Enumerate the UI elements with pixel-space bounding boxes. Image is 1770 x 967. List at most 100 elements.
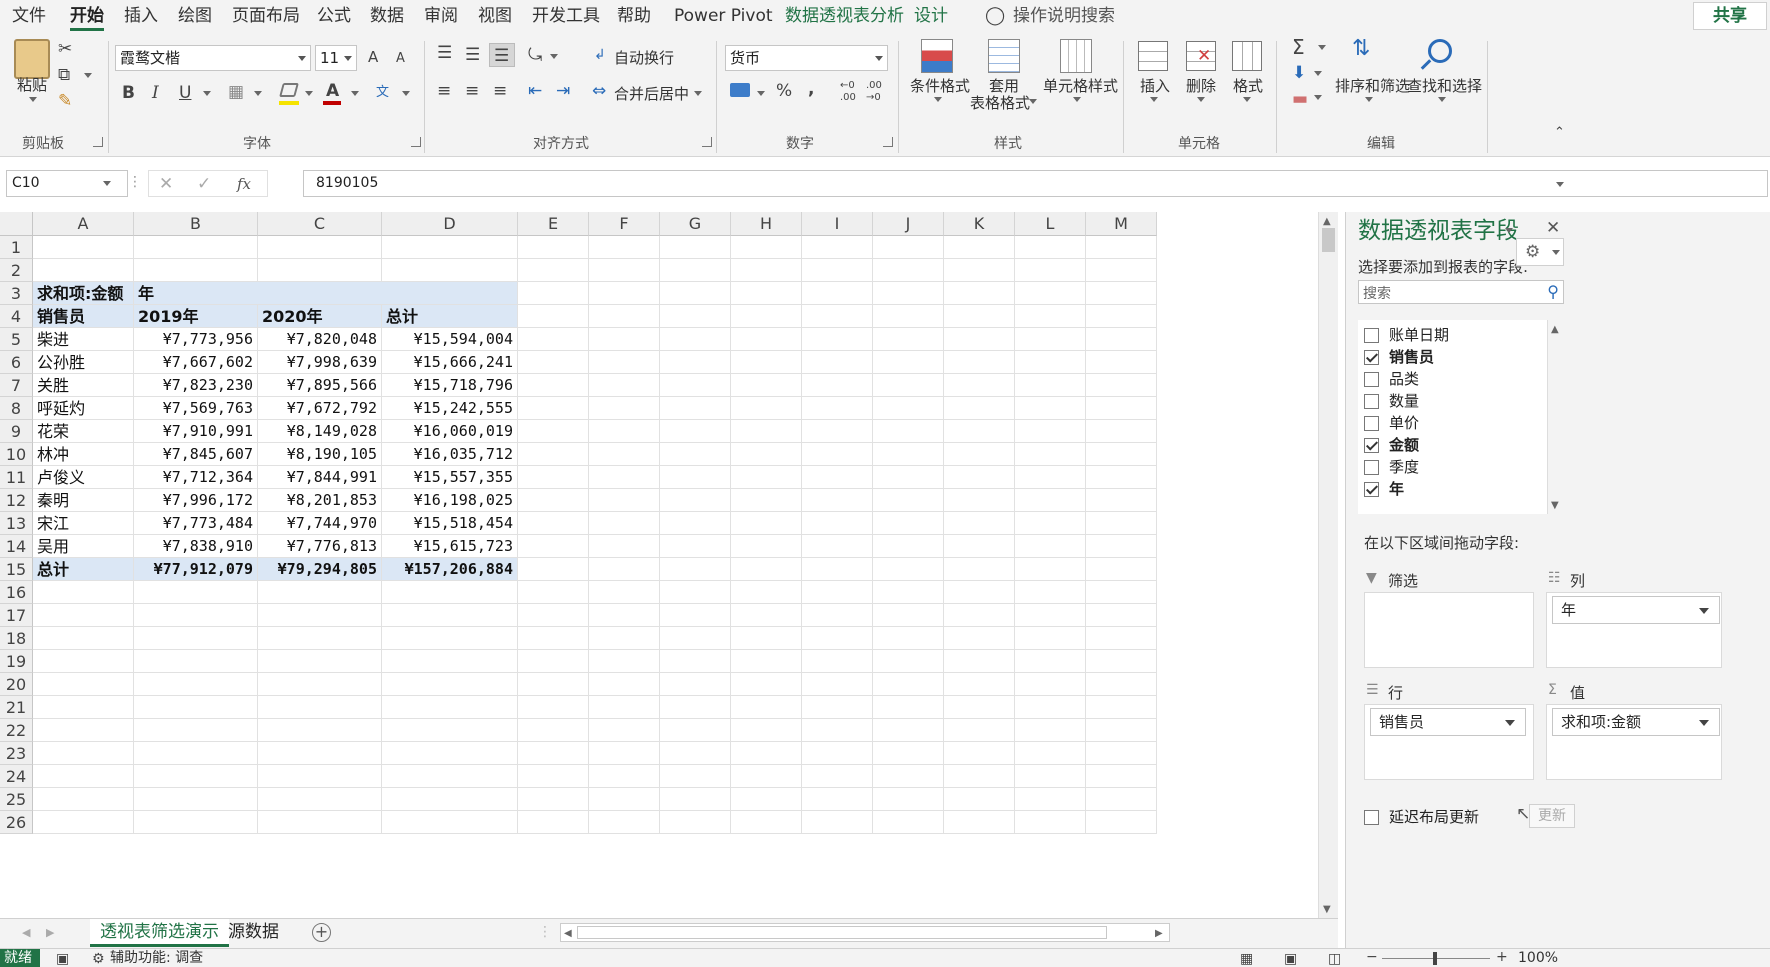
cell[interactable]: [1086, 535, 1157, 558]
pivot-value-cell[interactable]: ¥7,667,602: [134, 351, 258, 374]
cell[interactable]: [1015, 351, 1086, 374]
tab-review[interactable]: 审阅: [424, 0, 458, 33]
cell[interactable]: [33, 581, 134, 604]
field-item[interactable]: 品类: [1364, 368, 1419, 390]
cell[interactable]: [33, 719, 134, 742]
values-field-chip-dropdown-icon[interactable]: [1699, 720, 1709, 726]
cell[interactable]: [944, 581, 1015, 604]
font-name-select[interactable]: 霞鹜文楷: [115, 45, 311, 71]
autosum-icon[interactable]: Σ: [1292, 37, 1305, 57]
cell[interactable]: [660, 788, 731, 811]
cell[interactable]: [1086, 259, 1157, 282]
cell[interactable]: [1086, 489, 1157, 512]
next-sheet-icon[interactable]: ▶: [46, 923, 54, 943]
cell[interactable]: [944, 236, 1015, 259]
field-item[interactable]: 金额: [1364, 434, 1419, 456]
pivot-value-cell[interactable]: ¥7,844,991: [258, 466, 382, 489]
cell[interactable]: [589, 696, 660, 719]
cell[interactable]: [518, 581, 589, 604]
cell[interactable]: [1015, 765, 1086, 788]
cell[interactable]: [802, 604, 873, 627]
row-header-24[interactable]: 24: [0, 765, 33, 788]
tab-data[interactable]: 数据: [370, 0, 404, 33]
accessibility-icon[interactable]: ⚙: [92, 949, 105, 967]
cut-icon[interactable]: ✂: [58, 39, 72, 59]
cell[interactable]: [518, 397, 589, 420]
cell[interactable]: [802, 765, 873, 788]
cell[interactable]: [382, 627, 518, 650]
merge-dropdown-icon[interactable]: [694, 91, 702, 96]
pivot-value-cell[interactable]: ¥8,201,853: [258, 489, 382, 512]
align-center-icon[interactable]: ≡: [465, 81, 479, 101]
cell[interactable]: [660, 328, 731, 351]
row-header-20[interactable]: 20: [0, 673, 33, 696]
field-item[interactable]: 账单日期: [1364, 324, 1449, 346]
cell[interactable]: [944, 650, 1015, 673]
pivot-total-cell[interactable]: ¥16,035,712: [382, 443, 518, 466]
cell[interactable]: [731, 466, 802, 489]
column-header-m[interactable]: M: [1086, 212, 1157, 236]
cell[interactable]: [518, 351, 589, 374]
zoom-thumb[interactable]: [1433, 952, 1437, 965]
row-header-12[interactable]: 12: [0, 489, 33, 512]
pivot-value-cell[interactable]: ¥7,672,792: [258, 397, 382, 420]
cell[interactable]: [944, 259, 1015, 282]
cell[interactable]: [873, 788, 944, 811]
cell[interactable]: [944, 420, 1015, 443]
expand-formula-icon[interactable]: [1556, 182, 1564, 187]
cell[interactable]: [589, 466, 660, 489]
name-box[interactable]: C10: [6, 170, 128, 197]
cell[interactable]: [258, 719, 382, 742]
insert-dropdown-icon[interactable]: [1150, 97, 1158, 102]
cell[interactable]: [873, 558, 944, 581]
sort-filter-dropdown-icon[interactable]: [1365, 97, 1373, 102]
cell[interactable]: [660, 374, 731, 397]
field-checkbox[interactable]: [1364, 350, 1379, 365]
accessibility-status[interactable]: 辅助功能: 调查: [110, 949, 203, 967]
cell[interactable]: [382, 604, 518, 627]
cell[interactable]: [33, 673, 134, 696]
cell[interactable]: [944, 558, 1015, 581]
cell[interactable]: [258, 259, 382, 282]
cell[interactable]: [589, 719, 660, 742]
cell[interactable]: [873, 581, 944, 604]
cell[interactable]: [802, 673, 873, 696]
cell[interactable]: [589, 765, 660, 788]
cell[interactable]: [731, 420, 802, 443]
copy-icon[interactable]: ⧉: [58, 65, 70, 85]
cell[interactable]: [258, 650, 382, 673]
cell[interactable]: [134, 696, 258, 719]
pivot-value-cell[interactable]: ¥7,845,607: [134, 443, 258, 466]
cell[interactable]: [802, 466, 873, 489]
cell[interactable]: [1015, 673, 1086, 696]
cell[interactable]: [1086, 236, 1157, 259]
cell[interactable]: [518, 420, 589, 443]
font-size-select[interactable]: 11: [315, 45, 357, 71]
cell[interactable]: [660, 650, 731, 673]
cell[interactable]: [802, 558, 873, 581]
pivot-value-cell[interactable]: ¥7,820,048: [258, 328, 382, 351]
defer-checkbox[interactable]: [1364, 810, 1379, 825]
cell[interactable]: [258, 627, 382, 650]
cell[interactable]: [731, 811, 802, 834]
zoom-in-icon[interactable]: +: [1496, 947, 1508, 967]
cell[interactable]: [731, 305, 802, 328]
cell[interactable]: [1086, 420, 1157, 443]
cell[interactable]: [134, 581, 258, 604]
scroll-left-icon[interactable]: ◀: [564, 924, 572, 944]
accounting-dropdown-icon[interactable]: [757, 91, 765, 96]
scroll-down-icon[interactable]: ▼: [1323, 900, 1331, 920]
format-cells-button[interactable]: 格式: [1233, 75, 1263, 96]
tab-pivot-analyze[interactable]: 数据透视表分析: [785, 0, 904, 33]
cell[interactable]: [1015, 397, 1086, 420]
cell[interactable]: [944, 512, 1015, 535]
scroll-right-icon[interactable]: ▶: [1155, 924, 1163, 944]
cell[interactable]: [1015, 328, 1086, 351]
cell[interactable]: [660, 673, 731, 696]
cell[interactable]: [589, 673, 660, 696]
cell[interactable]: [660, 466, 731, 489]
cell[interactable]: [873, 351, 944, 374]
cell[interactable]: [731, 650, 802, 673]
cell[interactable]: [134, 650, 258, 673]
grand-total-cell[interactable]: ¥157,206,884: [382, 558, 518, 581]
